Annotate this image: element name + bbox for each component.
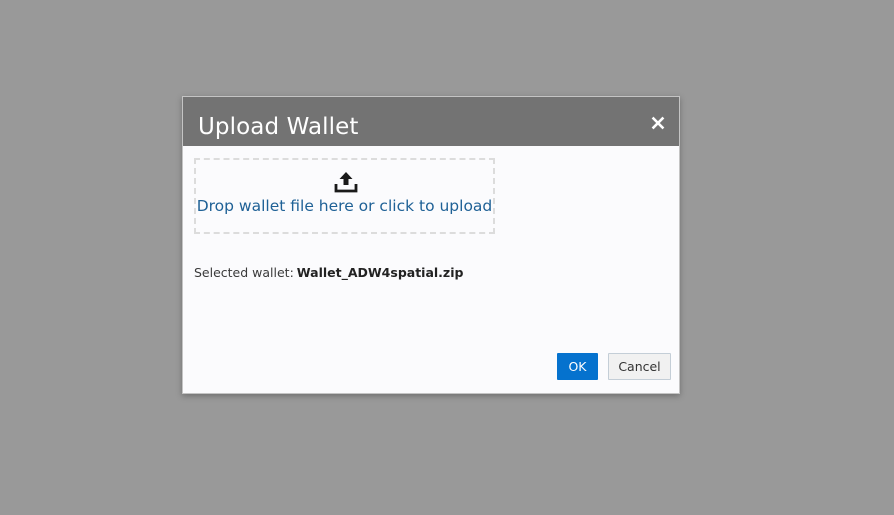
close-icon[interactable] (649, 114, 667, 132)
selected-wallet-value: Wallet_ADW4spatial.zip (296, 265, 464, 280)
dropzone-text[interactable]: Drop wallet file here or click to upload (196, 196, 493, 216)
dialog-header: Upload Wallet (183, 97, 679, 146)
wallet-dropzone[interactable]: Drop wallet file here or click to upload (194, 158, 495, 234)
cancel-button[interactable]: Cancel (608, 353, 671, 380)
upload-wallet-dialog: Upload Wallet Drop wallet file here or c… (182, 96, 680, 394)
dialog-title: Upload Wallet (198, 114, 359, 140)
ok-button[interactable]: OK (557, 353, 598, 380)
upload-icon (334, 171, 358, 193)
selected-wallet-label: Selected wallet: (194, 265, 294, 280)
selected-wallet-row: Selected wallet: Wallet_ADW4spatial.zip (194, 265, 463, 280)
